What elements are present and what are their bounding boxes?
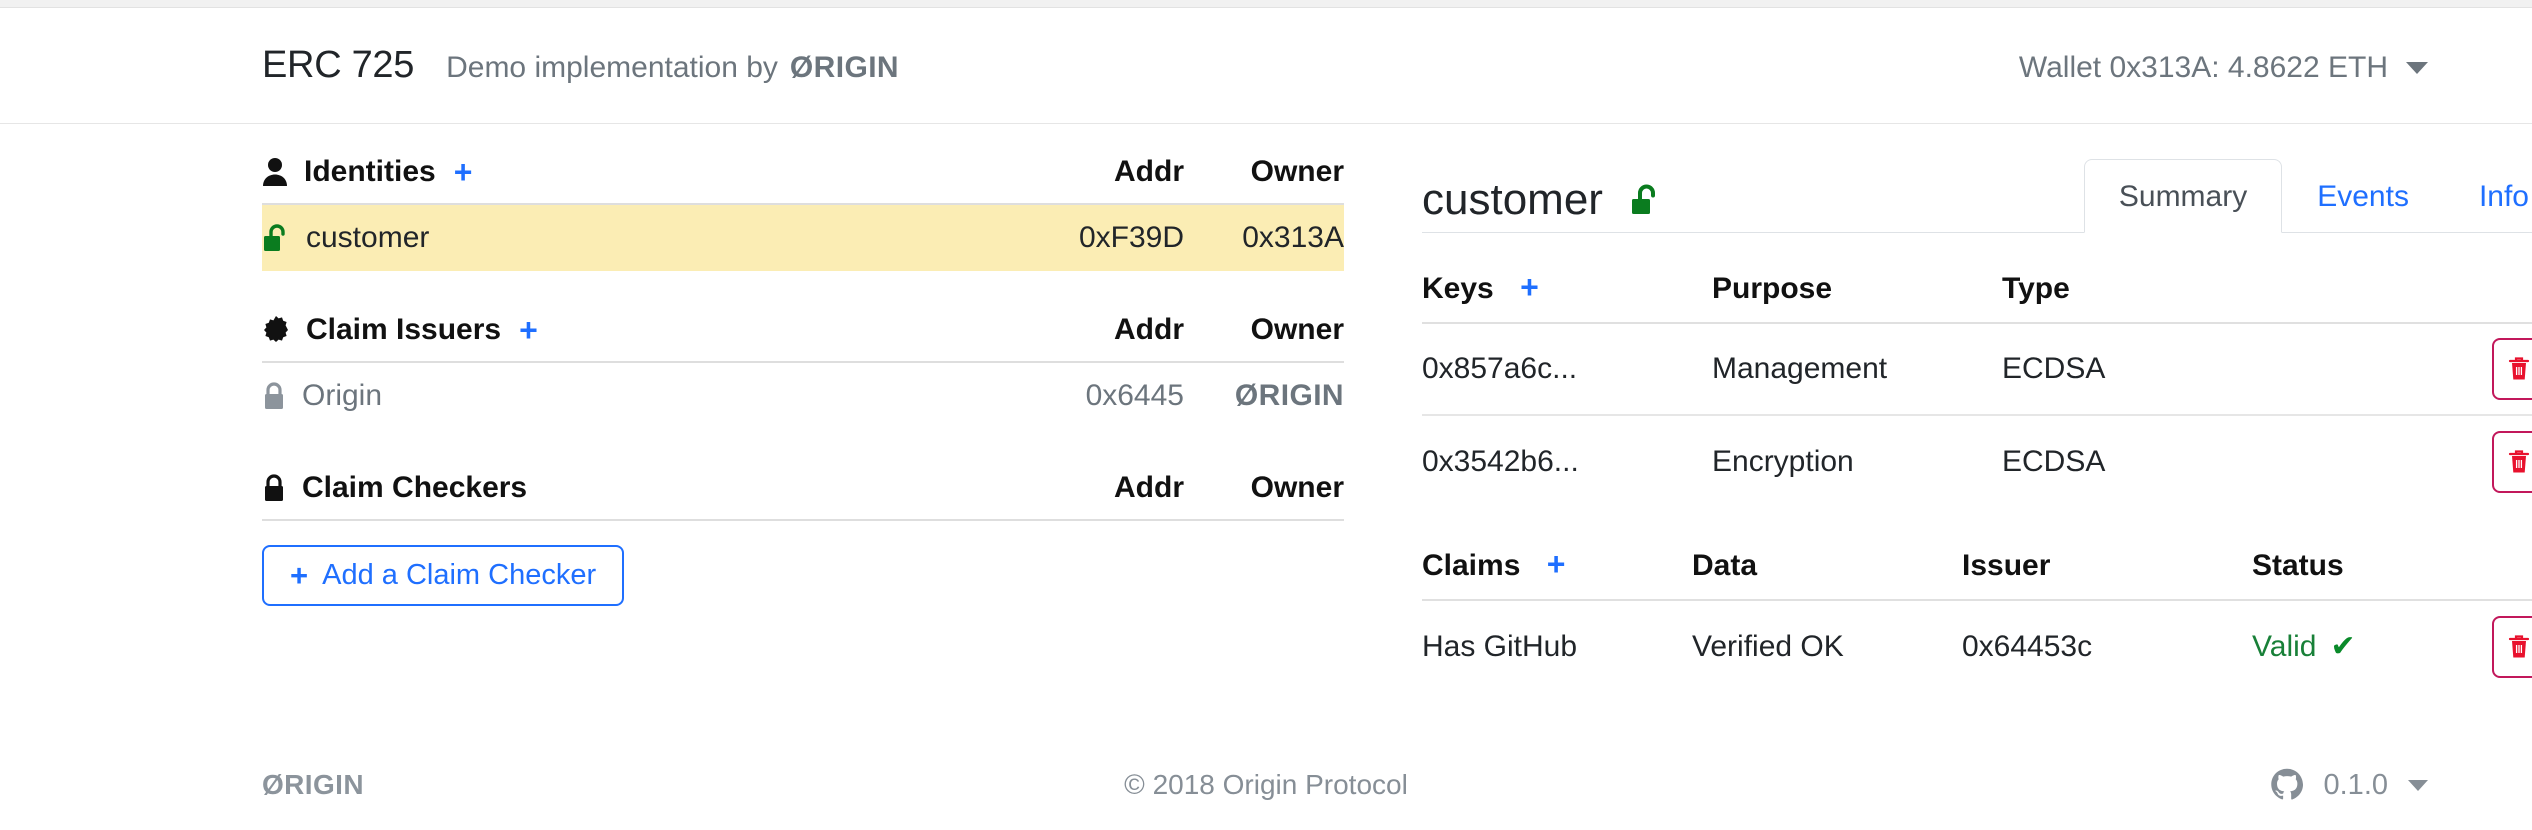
claim-issuers-section: Claim Issuers + Addr Owner Origin 0x6445… [262, 313, 1344, 429]
github-icon[interactable] [2270, 768, 2304, 802]
unlock-icon-green [1629, 183, 1663, 217]
page-title: ERC 725 [262, 44, 415, 86]
add-identity-plus-icon[interactable]: + [454, 156, 473, 188]
navbar-subtitle: Demo implementation by ØRIGIN [446, 51, 899, 85]
version-label: 0.1.0 [2323, 768, 2389, 801]
identity-addr: 0xF39D [1078, 221, 1184, 254]
claim-issuer-owner: ØRIGIN [1234, 379, 1344, 412]
identity-owner: 0x313A [1242, 221, 1344, 254]
add-claim-issuer-plus-icon[interactable]: + [519, 314, 538, 346]
identity-detail-title: customer [1422, 175, 1663, 233]
lock-icon [262, 473, 286, 503]
plus-icon: + [290, 558, 309, 593]
add-claim-checker-label: Add a Claim Checker [322, 559, 597, 591]
claim-checkers-section: Claim Checkers Addr Owner + Add a Claim … [262, 471, 1344, 606]
tab-info[interactable]: Info [2444, 159, 2532, 233]
key-purpose: Management [1712, 352, 1888, 385]
claim-checkers-divider [262, 519, 1344, 521]
identities-header: Identities + Addr Owner [262, 155, 1344, 203]
keys-header-cell: Keys + [1422, 271, 1712, 306]
tab-summary[interactable]: Summary [2083, 159, 2283, 233]
tab-events[interactable]: Events [2282, 159, 2444, 233]
identity-row-customer[interactable]: customer 0xF39D 0x313A [262, 205, 1344, 271]
claim-checkers-header: Claim Checkers Addr Owner [262, 471, 1344, 519]
add-claim-checker-button[interactable]: + Add a Claim Checker [262, 545, 625, 606]
footer-copyright: © 2018 Origin Protocol [1124, 769, 1408, 800]
footer-version-group[interactable]: 0.1.0 [2270, 768, 2428, 802]
identity-detail-name: customer [1422, 175, 1603, 224]
main-content: Identities + Addr Owner customer 0xF39D … [0, 125, 2532, 740]
claim-data: Verified OK [1692, 630, 1844, 663]
claim-checkers-col-owner: Owner [1250, 471, 1344, 504]
right-panel: customer Summary Events Info Keys + Purp… [1422, 125, 2532, 740]
claim-issuer: 0x64453c [1962, 630, 2093, 663]
delete-key-button[interactable] [2492, 338, 2532, 400]
navbar-subtitle-text: Demo implementation by [446, 51, 778, 84]
lock-icon-gray [262, 381, 286, 411]
claim-issuer-name: Origin [302, 379, 383, 412]
keys-heading: Keys [1422, 272, 1494, 305]
table-row[interactable]: 0x857a6c... Management ECDSA [1422, 324, 2532, 416]
status-badge: Valid ✔ [2252, 630, 2356, 664]
key-id: 0x857a6c... [1422, 352, 1578, 385]
identities-col-owner: Owner [1250, 155, 1344, 188]
keys-table-header: Keys + Purpose Type [1422, 271, 2532, 322]
claim-issuers-col-owner: Owner [1250, 313, 1344, 346]
wallet-dropdown[interactable]: Wallet 0x313A: 4.8622 ETH [2019, 51, 2428, 85]
table-row[interactable]: Has GitHub Verified OK 0x64453c Valid ✔ [1422, 601, 2532, 693]
claims-header-cell: Claims + [1422, 548, 1692, 583]
claims-heading: Claims [1422, 549, 1521, 582]
claim-issuer-addr: 0x6445 [1085, 379, 1184, 412]
column-gap [1344, 125, 1422, 740]
identities-col-addr: Addr [1114, 155, 1184, 188]
claim-issuers-title: Claim Issuers [306, 313, 502, 346]
claims-col-data: Data [1692, 548, 1758, 582]
detail-tabs: Summary Events Info [2083, 159, 2532, 233]
identities-title: Identities [304, 155, 436, 188]
table-row[interactable]: 0x3542b6... Encryption ECDSA [1422, 416, 2532, 508]
wallet-label: Wallet 0x313A: 4.8622 ETH [2018, 51, 2388, 84]
claim-name: Has GitHub [1422, 630, 1578, 663]
trash-icon [2508, 449, 2530, 475]
trash-icon [2508, 356, 2530, 382]
browser-chrome-strip [0, 0, 2532, 8]
delete-claim-button[interactable] [2492, 616, 2532, 678]
origin-logo-text: ØRIGIN [789, 51, 899, 84]
chevron-down-icon [2406, 62, 2428, 74]
claims-table-header: Claims + Data Issuer Status [1422, 548, 2532, 599]
certificate-seal-icon [262, 316, 290, 344]
add-claim-plus-icon[interactable]: + [1547, 546, 1566, 582]
keys-table: Keys + Purpose Type 0x857a6c... Manageme… [1422, 271, 2532, 508]
status-label: Valid [2252, 630, 2317, 663]
chevron-down-icon[interactable] [2408, 779, 2428, 791]
keys-col-type: Type [2002, 271, 2070, 305]
claim-issuer-row-origin[interactable]: Origin 0x6445 ØRIGIN [262, 363, 1344, 429]
identity-name: customer [306, 221, 430, 254]
claim-issuers-header: Claim Issuers + Addr Owner [262, 313, 1344, 361]
claims-col-status: Status [2252, 548, 2344, 582]
key-id: 0x3542b6... [1422, 445, 1579, 478]
check-icon: ✔ [2330, 630, 2356, 663]
person-icon [262, 157, 288, 187]
left-panel: Identities + Addr Owner customer 0xF39D … [262, 125, 1344, 740]
unlock-icon-green [262, 223, 290, 253]
top-navbar: ERC 725 Demo implementation by ØRIGIN Wa… [0, 8, 2532, 124]
page-footer: ØRIGIN © 2018 Origin Protocol 0.1.0 [0, 740, 2532, 830]
key-type: ECDSA [2002, 445, 2106, 478]
right-panel-header: customer Summary Events Info [1422, 155, 2532, 233]
claims-table: Claims + Data Issuer Status Has GitHub V… [1422, 548, 2532, 693]
delete-key-button[interactable] [2492, 431, 2532, 493]
key-type: ECDSA [2002, 352, 2106, 385]
app-page: ERC 725 Demo implementation by ØRIGIN Wa… [0, 0, 2532, 830]
trash-icon [2508, 634, 2530, 660]
identities-section: Identities + Addr Owner customer 0xF39D … [262, 155, 1344, 271]
claims-col-issuer: Issuer [1962, 548, 2051, 582]
keys-col-purpose: Purpose [1712, 271, 1833, 305]
claim-checkers-col-addr: Addr [1114, 471, 1184, 504]
add-key-plus-icon[interactable]: + [1520, 269, 1539, 305]
key-purpose: Encryption [1712, 445, 1854, 478]
claim-checkers-title: Claim Checkers [302, 471, 528, 504]
claim-issuers-col-addr: Addr [1114, 313, 1184, 346]
footer-origin-logo: ØRIGIN [262, 769, 364, 800]
